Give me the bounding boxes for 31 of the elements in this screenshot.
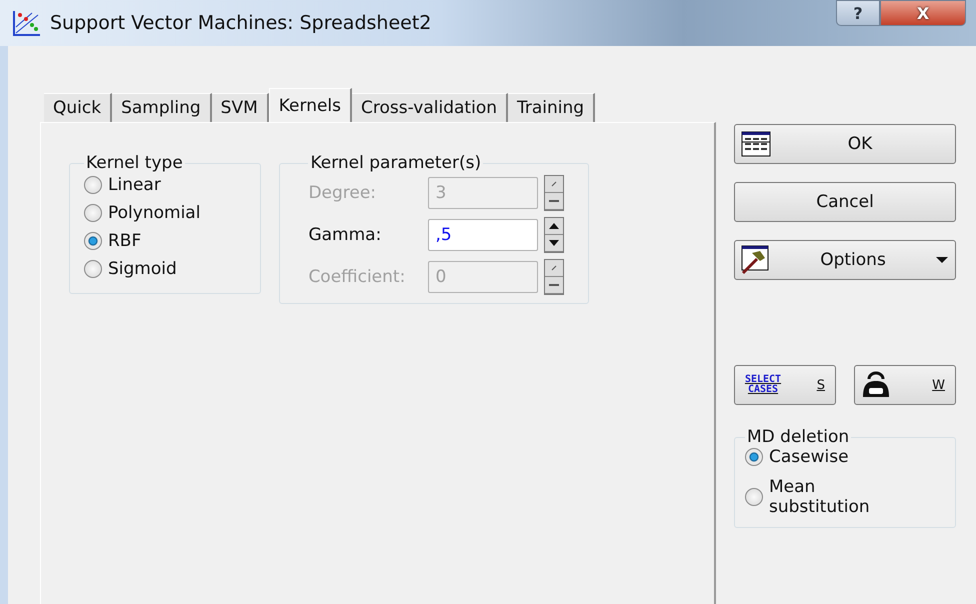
radio-option[interactable]: Casewise (745, 447, 945, 467)
group-title: Kernel parameter(s) (309, 153, 482, 173)
options-button[interactable]: Options (734, 240, 956, 280)
radio-option[interactable]: RBF (84, 231, 200, 251)
field-label: Gamma: (308, 225, 382, 245)
field-label: Coefficient: (308, 267, 406, 287)
help-button[interactable]: ? (836, 0, 880, 26)
tab[interactable]: SVM (212, 93, 269, 122)
tab[interactable]: Training (508, 93, 596, 122)
radio-option[interactable]: Polynomial (84, 203, 200, 223)
ok-button[interactable]: OK (734, 124, 956, 164)
radio-option[interactable]: Sigmoid (84, 259, 200, 279)
chart-icon (12, 9, 42, 37)
spin-control[interactable] (544, 217, 564, 253)
tab[interactable]: Cross-validation (352, 93, 508, 122)
group-title: MD deletion (746, 427, 850, 447)
radio-option[interactable]: Linear (84, 175, 200, 195)
tab[interactable]: Quick (44, 93, 112, 122)
group-title: Kernel type (85, 153, 184, 173)
input-field[interactable]: ,5 (428, 219, 538, 251)
radio-option[interactable]: Mean substitution (745, 477, 945, 517)
table-icon (741, 131, 771, 157)
cancel-button[interactable]: Cancel (734, 182, 956, 222)
hammer-icon (741, 245, 771, 275)
caret-icon (935, 256, 949, 264)
field-label: Degree: (308, 183, 378, 203)
weight-button[interactable]: W (854, 365, 956, 405)
window-title: Support Vector Machines: Spreadsheet2 (50, 12, 432, 34)
select-cases-button[interactable]: SELECT CASES S (734, 365, 836, 405)
tab[interactable]: Kernels (268, 88, 352, 122)
tab[interactable]: Sampling (112, 93, 212, 122)
